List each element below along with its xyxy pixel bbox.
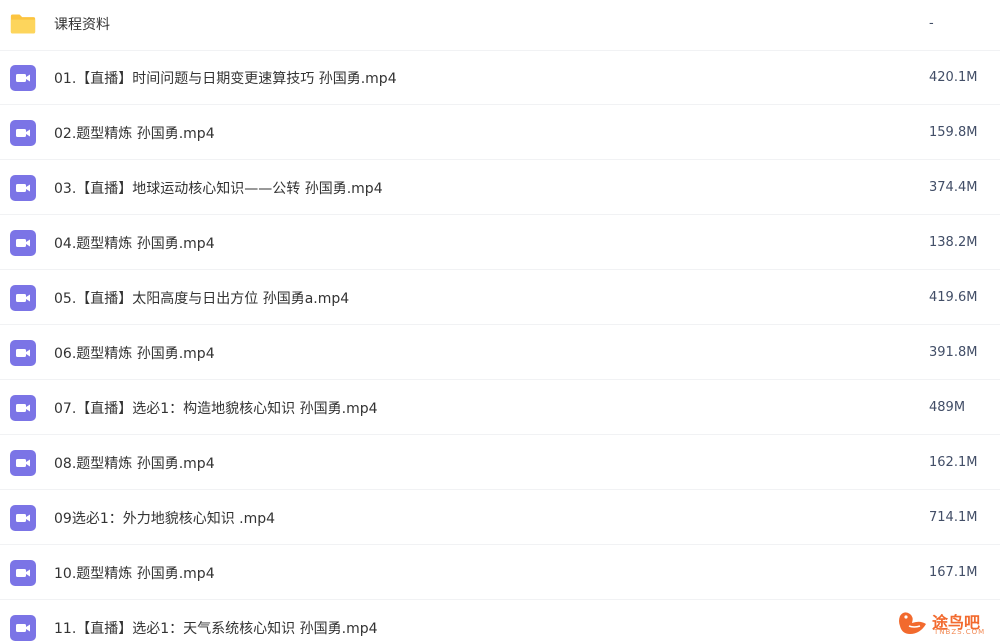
file-size: 374.4M: [929, 180, 978, 195]
folder-row[interactable]: 课程资料 -: [0, 0, 1000, 51]
video-file-icon: [10, 449, 36, 476]
video-file-icon: [10, 64, 36, 91]
video-file-icon: [10, 615, 36, 641]
file-size: 420.1M: [929, 70, 978, 85]
video-file-icon: [10, 174, 36, 201]
file-row-09[interactable]: 09选必1：外力地貌核心知识 .mp4 714.1M: [0, 491, 1000, 545]
file-row-11[interactable]: 11.【直播】选必1：天气系统核心知识 孙国勇.mp4: [0, 601, 1000, 644]
bird-logo-icon: [899, 612, 926, 634]
video-file-icon: [10, 504, 36, 531]
file-row-06[interactable]: 06.题型精炼 孙国勇.mp4 391.8M: [0, 326, 1000, 380]
file-row-04[interactable]: 04.题型精炼 孙国勇.mp4 138.2M: [0, 216, 1000, 270]
file-row-03[interactable]: 03.【直播】地球运动核心知识——公转 孙国勇.mp4 374.4M: [0, 161, 1000, 215]
video-file-icon: [10, 284, 36, 311]
file-size: 167.1M: [929, 565, 978, 580]
file-size: 714.1M: [929, 510, 978, 525]
file-name: 07.【直播】选必1：构造地貌核心知识 孙国勇.mp4: [54, 400, 378, 417]
file-name: 11.【直播】选必1：天气系统核心知识 孙国勇.mp4: [54, 621, 378, 637]
file-name: 01.【直播】时间问题与日期变更速算技巧 孙国勇.mp4: [54, 70, 397, 87]
folder-name: 课程资料: [54, 16, 110, 33]
video-file-icon: [10, 394, 36, 421]
file-name: 05.【直播】太阳高度与日出方位 孙国勇a.mp4: [54, 290, 350, 307]
video-file-icon: [10, 559, 36, 586]
file-row-10[interactable]: 10.题型精炼 孙国勇.mp4 167.1M: [0, 546, 1000, 600]
file-size: 391.8M: [929, 345, 978, 360]
watermark-subtext: TNBZS.COM: [934, 628, 986, 636]
file-name: 03.【直播】地球运动核心知识——公转 孙国勇.mp4: [54, 180, 383, 197]
folder-size: -: [929, 16, 934, 31]
file-row-08[interactable]: 08.题型精炼 孙国勇.mp4 162.1M: [0, 436, 1000, 490]
file-size: 419.6M: [929, 290, 978, 305]
watermark-logo: 途鸟吧 TNBZS.COM: [896, 606, 992, 640]
file-size: 162.1M: [929, 455, 978, 470]
video-file-icon: [10, 119, 36, 146]
file-size: 159.8M: [929, 125, 978, 140]
video-file-icon: [10, 339, 36, 366]
file-row-01[interactable]: 01.【直播】时间问题与日期变更速算技巧 孙国勇.mp4 420.1M: [0, 51, 1000, 105]
folder-icon: [10, 11, 36, 37]
video-file-icon: [10, 229, 36, 256]
file-size: 489M: [929, 400, 966, 415]
file-size: 138.2M: [929, 235, 978, 250]
file-name: 08.题型精炼 孙国勇.mp4: [54, 455, 215, 472]
file-name: 06.题型精炼 孙国勇.mp4: [54, 345, 215, 362]
file-name: 09选必1：外力地貌核心知识 .mp4: [54, 510, 276, 527]
file-name: 02.题型精炼 孙国勇.mp4: [54, 125, 215, 142]
file-name: 10.题型精炼 孙国勇.mp4: [54, 565, 215, 582]
file-list: 课程资料 - 01.【直播】时间问题与日期变更速算技巧 孙国勇.mp4 420.…: [0, 0, 1000, 644]
file-row-05[interactable]: 05.【直播】太阳高度与日出方位 孙国勇a.mp4 419.6M: [0, 271, 1000, 325]
file-name: 04.题型精炼 孙国勇.mp4: [54, 235, 215, 252]
file-row-02[interactable]: 02.题型精炼 孙国勇.mp4 159.8M: [0, 106, 1000, 160]
file-row-07[interactable]: 07.【直播】选必1：构造地貌核心知识 孙国勇.mp4 489M: [0, 381, 1000, 435]
